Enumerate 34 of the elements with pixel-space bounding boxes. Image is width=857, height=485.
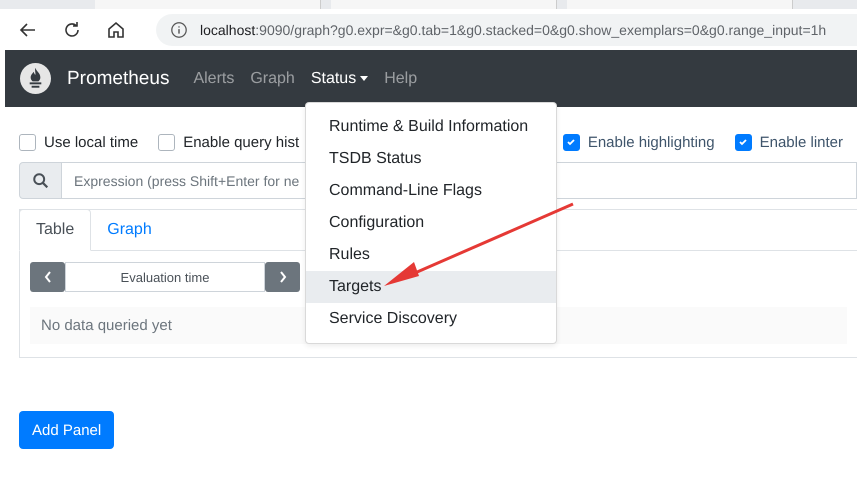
chevron-right-icon — [278, 269, 288, 285]
checkbox[interactable] — [158, 134, 176, 150]
add-panel-button[interactable]: Add Panel — [19, 411, 114, 449]
menu-item[interactable]: Targets — [306, 271, 556, 303]
nav-link[interactable]: Help — [376, 70, 426, 88]
checkbox-label[interactable]: Enable linter — [760, 134, 843, 150]
panel-tab[interactable]: Table — [19, 209, 92, 251]
address-bar[interactable]: localhost:9090/graph?g0.expr=&g0.tab=1&g0.stacked=0&g0.show_exemplars=0&g0.range_input=1h — [156, 14, 857, 46]
nav-link[interactable]: Alerts — [185, 70, 242, 88]
reload-icon[interactable] — [62, 20, 82, 40]
home-icon[interactable] — [106, 20, 126, 40]
checkbox-label[interactable]: Enable highlighting — [588, 134, 715, 150]
search-icon — [32, 172, 50, 190]
checkbox[interactable] — [19, 134, 36, 150]
menu-item[interactable]: Command-Line Flags — [306, 175, 556, 207]
flame-logo-icon — [20, 63, 51, 94]
menu-item[interactable]: TSDB Status — [306, 143, 556, 175]
checkbox-label[interactable]: Enable query hist — [183, 134, 300, 150]
url-text: localhost:9090/graph?g0.expr=&g0.tab=1&g0.stacked=0&g0.show_exemplars=0&g0.range_input=1h — [200, 22, 826, 38]
panel-tab[interactable]: Graph — [91, 210, 168, 250]
checkbox[interactable] — [562, 134, 580, 150]
previous-button[interactable] — [30, 262, 65, 292]
chevron-left-icon — [42, 269, 52, 285]
next-button[interactable] — [265, 262, 300, 292]
checkbox[interactable] — [734, 134, 752, 150]
evaluation-time-input[interactable]: Evaluation time — [65, 262, 265, 292]
nav-link[interactable]: Status — [302, 70, 376, 88]
menu-item[interactable]: Rules — [306, 239, 556, 271]
brand-name[interactable]: Prometheus — [67, 68, 170, 90]
menu-item[interactable]: Runtime & Build Information — [306, 111, 556, 143]
nav-link[interactable]: Graph — [242, 70, 303, 88]
checkbox-label[interactable]: Use local time — [44, 134, 138, 150]
info-icon[interactable] — [170, 20, 188, 38]
menu-item[interactable]: Configuration — [306, 207, 556, 239]
